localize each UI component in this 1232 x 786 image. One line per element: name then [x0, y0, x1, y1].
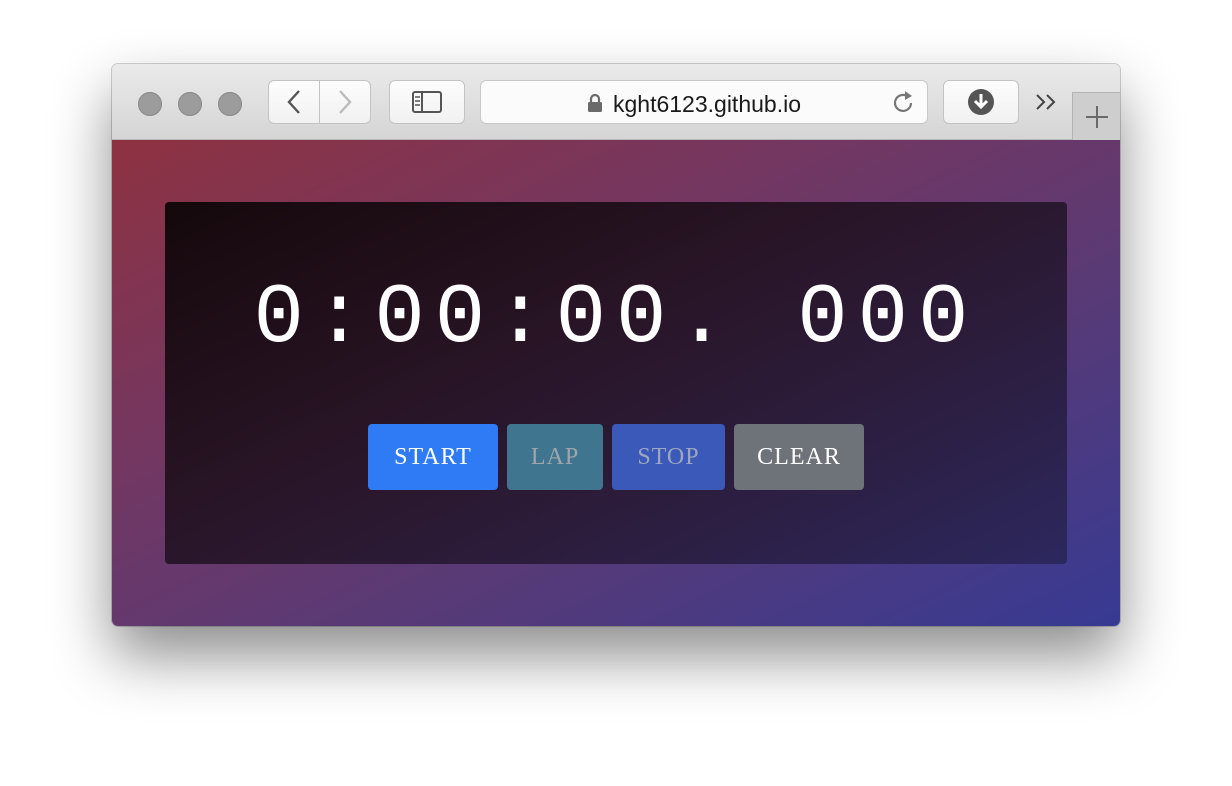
download-icon	[968, 89, 994, 115]
elapsed-time-display: 0:00:00. 000	[253, 272, 979, 367]
start-button[interactable]: START	[368, 424, 498, 490]
url-text: kght6123.github.io	[613, 91, 801, 117]
downloads-button[interactable]	[943, 80, 1019, 124]
plus-icon	[1085, 105, 1108, 128]
close-window-button[interactable]	[138, 92, 162, 116]
stop-button[interactable]: STOP	[612, 424, 725, 490]
sidebar-icon	[412, 91, 442, 113]
chevron-left-icon	[287, 90, 300, 114]
lap-button[interactable]: LAP	[507, 424, 603, 490]
stopwatch-panel: 0:00:00. 000 START LAP STOP CLEAR	[165, 202, 1067, 564]
page-content: 0:00:00. 000 START LAP STOP CLEAR	[112, 140, 1120, 626]
forward-button[interactable]	[319, 80, 371, 124]
browser-toolbar: kght6123.github.io	[112, 64, 1120, 140]
browser-window: kght6123.github.io 0:00:00. 000 START LA…	[112, 64, 1120, 626]
overflow-chevron-icon[interactable]	[1034, 92, 1060, 112]
zoom-window-button[interactable]	[218, 92, 242, 116]
back-button[interactable]	[268, 80, 320, 124]
clear-button[interactable]: CLEAR	[734, 424, 864, 490]
sidebar-button[interactable]	[389, 80, 465, 124]
minimize-window-button[interactable]	[178, 92, 202, 116]
new-tab-button[interactable]	[1072, 92, 1120, 140]
chevron-right-icon	[339, 90, 352, 114]
address-bar[interactable]: kght6123.github.io	[480, 80, 928, 124]
lock-icon	[588, 93, 602, 112]
reload-icon[interactable]	[891, 90, 917, 116]
